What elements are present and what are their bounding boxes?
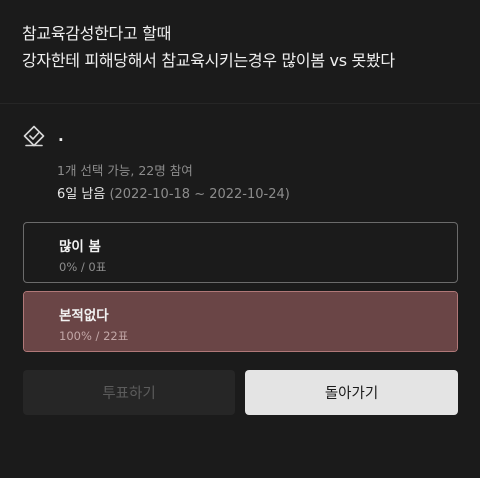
post-title: 참교육감성한다고 할때 강자한테 피해당해서 참교육시키는경우 많이봄 vs 못… <box>22 20 462 74</box>
option-stats: 0% / 0표 <box>59 260 107 274</box>
deadline-range: (2022-10-18 ~ 2022-10-24) <box>109 187 290 202</box>
option-label: 본적없다 <box>59 308 109 324</box>
divider <box>0 103 480 104</box>
back-button[interactable]: 돌아가기 <box>245 370 458 415</box>
poll-header: . <box>22 124 64 148</box>
post-title-line-1: 참교육감성한다고 할때 <box>22 24 171 43</box>
option-stats: 100% / 22표 <box>59 329 129 343</box>
post-title-line-2: 강자한테 피해당해서 참교육시키는경우 많이봄 vs 못봤다 <box>22 51 395 70</box>
poll-meta: 1개 선택 가능, 22명 참여 <box>57 163 193 178</box>
poll-option-1[interactable]: 많이 봄 0% / 0표 <box>23 222 458 283</box>
poll-name: . <box>58 127 64 145</box>
deadline-label: 6일 남음 <box>57 187 106 202</box>
check-diamond-icon <box>22 124 46 148</box>
poll-deadline: 6일 남음 (2022-10-18 ~ 2022-10-24) <box>57 183 290 202</box>
poll-option-2[interactable]: 본적없다 100% / 22표 <box>23 291 458 352</box>
option-label: 많이 봄 <box>59 239 101 255</box>
vote-button[interactable]: 투표하기 <box>23 370 235 415</box>
